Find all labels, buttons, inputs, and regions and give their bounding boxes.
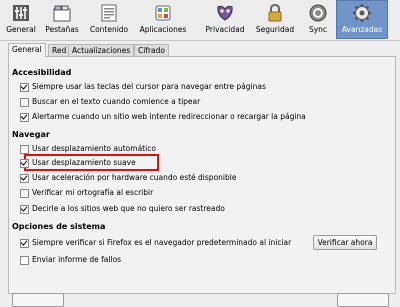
toolbar-label: General — [6, 25, 36, 34]
checkbox[interactable] — [20, 98, 29, 107]
toolbar-privacy[interactable]: Privacidad — [202, 1, 248, 37]
help-button[interactable] — [12, 293, 64, 307]
check-now-button[interactable]: Verificar ahora — [313, 235, 377, 250]
content-icon — [101, 4, 117, 22]
option-label: Alertarme cuando un sitio web intente re… — [32, 112, 306, 121]
toolbar-tabs[interactable]: Pestañas — [40, 1, 84, 37]
lock-icon — [268, 3, 282, 22]
tab-general[interactable]: General — [8, 43, 46, 57]
option-label: Siempre verificar si Firefox es el naveg… — [32, 238, 292, 247]
checkbox[interactable] — [20, 205, 29, 214]
option-label: Usar desplazamiento suave — [32, 158, 136, 167]
privacy-mask-icon — [217, 5, 233, 21]
option-label: Usar desplazamiento automático — [32, 144, 156, 153]
tab-updates[interactable]: Actualizaciones — [68, 44, 135, 56]
browsing-heading: Navegar — [12, 130, 50, 139]
toolbar-content[interactable]: Contenido — [86, 1, 132, 37]
toolbar-security[interactable]: Seguridad — [252, 1, 298, 37]
checkbox[interactable] — [20, 113, 29, 122]
toolbar-label: Seguridad — [255, 25, 295, 34]
toolbar-sync[interactable]: Sync — [302, 1, 334, 37]
toolbar-label: Privacidad — [205, 25, 245, 34]
sync-icon — [309, 4, 327, 22]
general-icon — [13, 5, 29, 21]
option-label: Usar aceleración por hardware cuando est… — [32, 173, 237, 182]
checkbox[interactable] — [20, 83, 29, 92]
checkbox[interactable] — [20, 159, 29, 168]
toolbar-applications[interactable]: Aplicaciones — [133, 1, 193, 37]
tab-network[interactable]: Red — [48, 44, 71, 56]
toolbar-label: Aplicaciones — [139, 25, 187, 34]
checkbox[interactable] — [20, 239, 29, 248]
option-label: Buscar en el texto cuando comience a tip… — [32, 97, 201, 106]
toolbar-label: Avanzadas — [341, 25, 383, 34]
close-button[interactable] — [337, 293, 389, 307]
tabs-icon — [53, 5, 71, 22]
checkbox[interactable] — [20, 174, 29, 183]
checkbox[interactable] — [20, 145, 29, 154]
toolbar-label: Sync — [308, 25, 328, 34]
preferences-toolbar: General Pestañas Contenido Aplicaciones … — [0, 0, 400, 41]
accessibility-heading: Accesibilidad — [12, 68, 72, 77]
option-label: Verificar mi ortografía al escribir — [32, 188, 154, 197]
toolbar-advanced[interactable]: Avanzadas — [336, 0, 388, 39]
option-label: Enviar informe de fallos — [32, 255, 122, 264]
tab-encryption[interactable]: Cifrado — [134, 44, 169, 56]
checkbox[interactable] — [20, 256, 29, 265]
toolbar-label: Pestañas — [45, 25, 79, 34]
option-label: Siempre usar las teclas del cursor para … — [32, 82, 266, 91]
option-label: Decirle a los sitios web que no quiero s… — [32, 204, 225, 213]
gear-icon — [353, 4, 371, 22]
checkbox[interactable] — [20, 189, 29, 198]
system-heading: Opciones de sistema — [12, 222, 106, 231]
applications-icon — [155, 5, 171, 21]
toolbar-label: Contenido — [89, 25, 129, 34]
toolbar-general[interactable]: General — [2, 1, 40, 37]
